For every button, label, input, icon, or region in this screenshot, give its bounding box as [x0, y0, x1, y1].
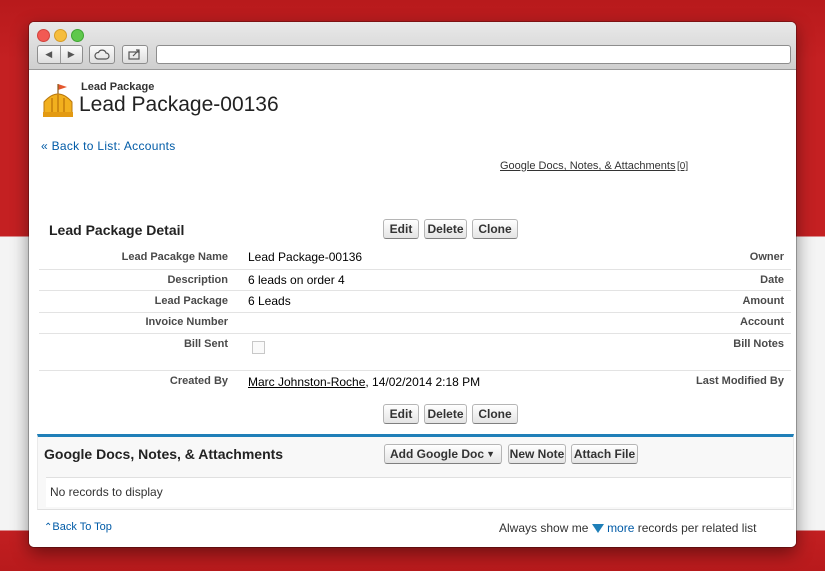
detail-section-title: Lead Package Detail [49, 222, 185, 238]
row-divider [39, 312, 791, 313]
row-divider [39, 370, 791, 371]
row-divider [39, 290, 791, 291]
field-label-name: Lead Pacakge Name [121, 251, 228, 263]
records-per-list-control: Always show me more records per related … [499, 521, 756, 535]
browser-toolbar: ◀ ▶ [29, 22, 796, 70]
related-list-google-docs: Google Docs, Notes, & Attachments Add Go… [37, 434, 794, 510]
row-divider [39, 269, 791, 270]
lead-package-icon [43, 84, 73, 117]
back-to-top-link[interactable]: ⌃Back To Top [44, 521, 112, 533]
icloud-button[interactable] [89, 45, 115, 64]
triangle-down-icon[interactable] [591, 524, 604, 533]
zoom-window-button[interactable] [71, 29, 84, 42]
more-link[interactable]: more [607, 521, 634, 535]
field-label-lead-package: Lead Package [154, 295, 228, 307]
clone-button-bottom[interactable]: Clone [472, 404, 518, 424]
field-label-account: Account [740, 316, 784, 328]
created-by-user-link[interactable]: Marc Johnston-Roche [248, 375, 365, 389]
attach-file-button[interactable]: Attach File [571, 444, 638, 464]
page-content: Lead Package Lead Package-00136 « Back t… [29, 70, 796, 547]
icloud-icon [94, 49, 110, 60]
row-divider [39, 333, 791, 334]
back-to-top-label: Back To Top [52, 521, 112, 533]
minimize-window-button[interactable] [54, 29, 67, 42]
records-suffix-text: records per related list [637, 521, 757, 535]
add-google-doc-label: Add Google Doc [390, 447, 484, 461]
back-to-list-link[interactable]: « Back to List: Accounts [41, 139, 176, 153]
page-title: Lead Package-00136 [79, 93, 279, 116]
field-value-created-by: Marc Johnston-Roche, 14/02/2014 2:18 PM [248, 375, 480, 389]
back-button[interactable]: ◀ [38, 46, 61, 63]
field-value-description: 6 leads on order 4 [248, 273, 345, 287]
back-forward-buttons: ◀ ▶ [37, 45, 83, 64]
chevron-down-icon: ▼ [486, 449, 495, 459]
created-by-date: , 14/02/2014 2:18 PM [365, 375, 481, 389]
field-label-owner: Owner [749, 251, 784, 263]
field-label-date: Date [760, 274, 784, 286]
field-label-bill-sent: Bill Sent [183, 338, 228, 350]
forward-button[interactable]: ▶ [61, 46, 83, 63]
close-window-button[interactable] [37, 29, 50, 42]
related-list-link[interactable]: Google Docs, Notes, & Attachments [500, 160, 675, 172]
share-button[interactable] [122, 45, 148, 64]
field-value-name: Lead Package-00136 [248, 250, 363, 264]
field-label-description: Description [167, 274, 228, 286]
browser-window: ◀ ▶ Lead Package Lead Package-00136 « Ba… [29, 22, 796, 547]
field-label-invoice-number: Invoice Number [145, 316, 228, 328]
delete-button-bottom[interactable]: Delete [424, 404, 467, 424]
delete-button[interactable]: Delete [424, 219, 467, 239]
related-list-body: No records to display [46, 477, 791, 507]
edit-button[interactable]: Edit [383, 219, 419, 239]
related-list-title: Google Docs, Notes, & Attachments [44, 446, 284, 462]
url-bar[interactable] [156, 45, 791, 64]
field-label-last-modified-by: Last Modified By [695, 375, 784, 387]
record-type-label: Lead Package [81, 81, 155, 93]
empty-records-text: No records to display [50, 485, 163, 499]
share-icon [128, 49, 140, 60]
field-label-created-by: Created By [169, 375, 228, 387]
clone-button[interactable]: Clone [472, 219, 518, 239]
new-note-button[interactable]: New Note [508, 444, 566, 464]
always-show-text: Always show me [499, 521, 589, 535]
related-list-count[interactable]: [0] [677, 161, 688, 172]
add-google-doc-dropdown[interactable]: Add Google Doc ▼ [384, 444, 502, 464]
edit-button-bottom[interactable]: Edit [383, 404, 419, 424]
field-label-bill-notes: Bill Notes [733, 338, 784, 350]
field-label-amount: Amount [742, 295, 784, 307]
bill-sent-checkbox [252, 341, 265, 354]
field-value-lead-package: 6 Leads [248, 294, 291, 308]
